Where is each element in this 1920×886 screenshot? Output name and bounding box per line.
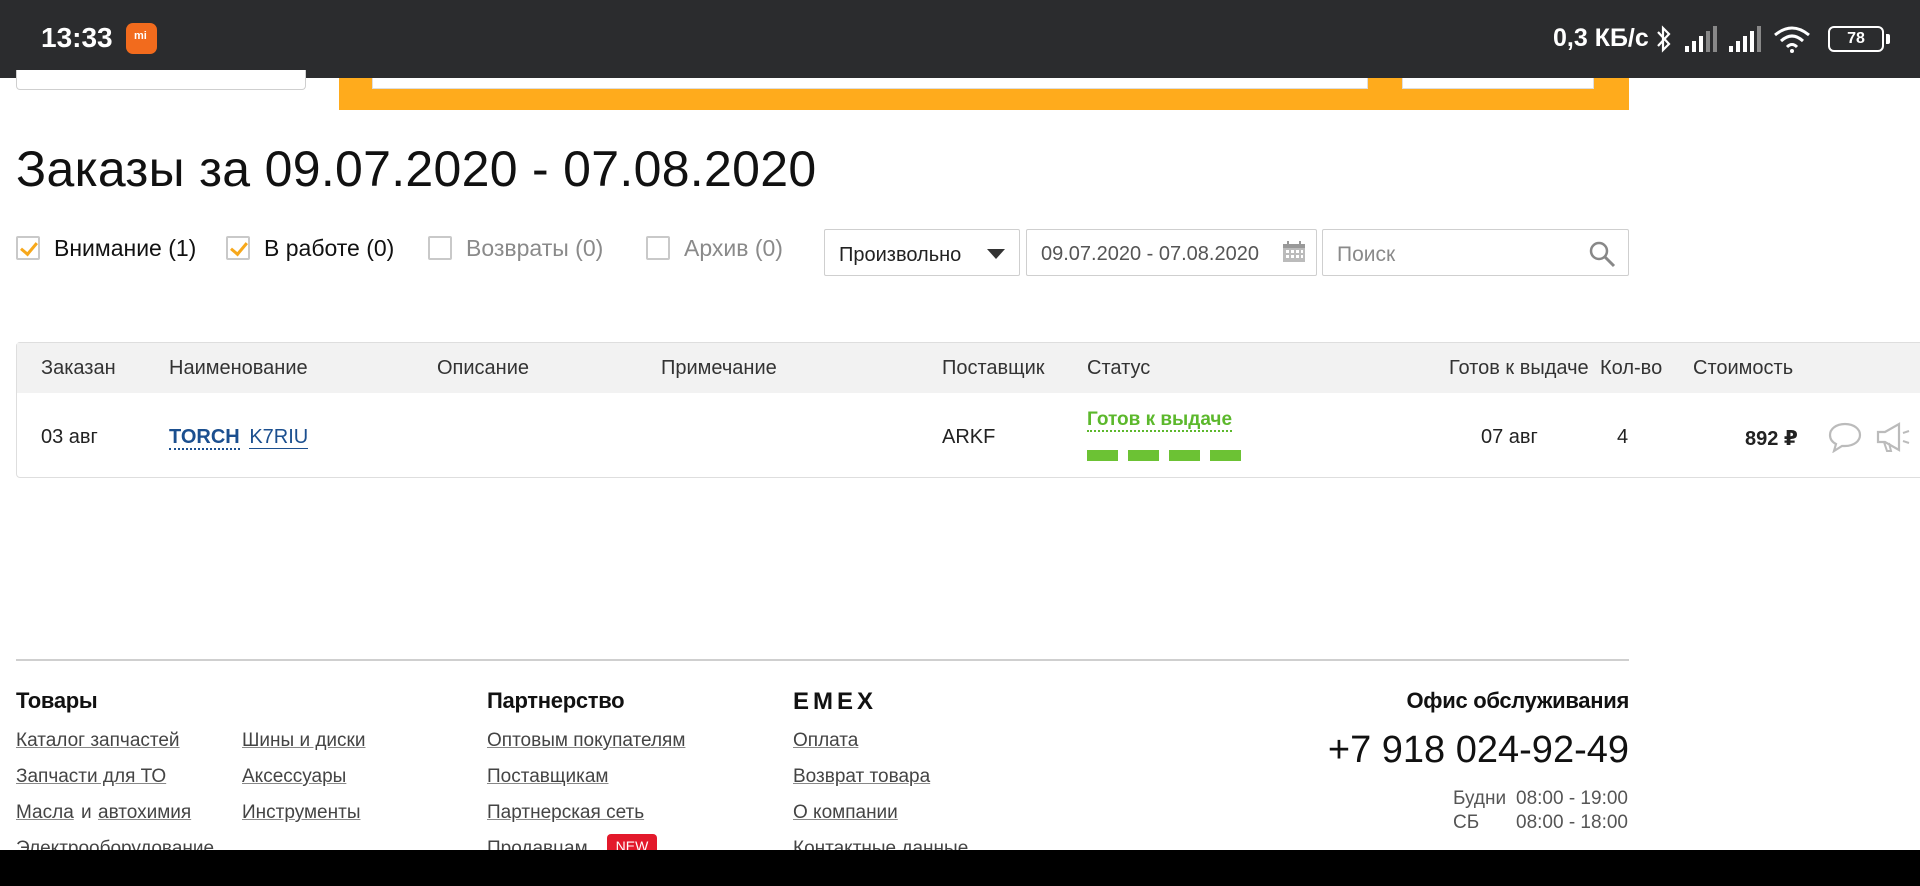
filter-returns[interactable]: Возвраты (0) — [428, 232, 603, 264]
footer-text-and: и — [81, 802, 92, 823]
wifi-icon — [1774, 26, 1810, 53]
col-note: Примечание — [661, 357, 777, 379]
catalog-button[interactable] — [16, 70, 306, 90]
footer-link-suppliers[interactable]: Поставщикам — [487, 766, 608, 788]
mi-app-icon — [126, 23, 157, 54]
footer-divider — [16, 659, 1629, 661]
main-search-button[interactable] — [1402, 78, 1594, 89]
filter-archive[interactable]: Архив (0) — [646, 232, 783, 264]
saturday-label: СБ — [1453, 812, 1480, 833]
table-header: Заказан Наименование Описание Примечание… — [17, 343, 1920, 393]
footer-link-maintenance[interactable]: Запчасти для ТО — [16, 766, 166, 788]
date-range-value: 09.07.2020 - 07.08.2020 — [1041, 243, 1259, 265]
footer-link-catalog[interactable]: Каталог запчастей — [16, 730, 180, 752]
status-icons — [1655, 22, 1811, 56]
signal-icon — [1729, 26, 1761, 52]
footer-partner-title: Партнерство — [487, 688, 625, 713]
filter-label: Архив (0) — [684, 234, 783, 261]
filter-label: Возвраты (0) — [466, 234, 604, 261]
footer-office-title: Офис обслуживания — [1406, 688, 1629, 713]
chevron-down-icon — [987, 249, 1005, 259]
footer-link-partner-network[interactable]: Партнерская сеть — [487, 802, 644, 824]
article-link[interactable]: K7RIU — [249, 426, 309, 449]
status-bar: 13:33 0,3 КБ/с 78 — [0, 0, 1920, 78]
date-range-input[interactable]: 09.07.2020 - 07.08.2020 — [1026, 229, 1317, 276]
comment-icon[interactable] — [1828, 421, 1862, 453]
filter-label: Внимание (1) — [54, 234, 197, 261]
footer-link-about[interactable]: О компании — [793, 802, 898, 824]
cell-supplier: ARKF — [942, 426, 996, 448]
period-select[interactable]: Произвольно — [824, 229, 1020, 276]
col-status: Статус — [1087, 357, 1151, 379]
saturday-hours: 08:00 - 18:00 — [1516, 812, 1628, 833]
cell-qty: 4 — [1617, 426, 1629, 448]
footer-link-payment[interactable]: Оплата — [793, 730, 858, 752]
cell-cost: 892 ₽ — [1745, 428, 1798, 450]
orders-table: Заказан Наименование Описание Примечание… — [16, 342, 1920, 478]
signal-icon — [1685, 26, 1717, 52]
system-navigation-bar — [0, 850, 1920, 886]
cell-ordered: 03 авг — [41, 426, 98, 448]
orders-search-input[interactable]: Поиск — [1322, 229, 1629, 276]
col-qty: Кол-во — [1600, 357, 1663, 379]
cell-ready: 07 авг — [1481, 426, 1538, 448]
network-speed: 0,3 КБ/с — [1553, 24, 1649, 52]
search-icon[interactable] — [1588, 240, 1616, 268]
footer-link-wholesale[interactable]: Оптовым покупателям — [487, 730, 685, 752]
footer-link-accessories[interactable]: Аксессуары — [242, 766, 346, 788]
main-search-input[interactable] — [372, 78, 1368, 89]
battery-icon: 78 — [1828, 26, 1890, 52]
filter-in-progress[interactable]: В работе (0) — [226, 232, 394, 264]
search-placeholder: Поиск — [1337, 243, 1396, 266]
megaphone-icon[interactable] — [1875, 421, 1911, 453]
col-description: Описание — [437, 357, 530, 379]
calendar-icon[interactable] — [1282, 241, 1306, 263]
progress-step — [1169, 450, 1200, 461]
footer-emex-title: EMEX — [793, 688, 878, 715]
footer-goods-title: Товары — [16, 688, 98, 713]
footer-link-autochem[interactable]: автохимия — [98, 802, 191, 824]
page-title: Заказы за 09.07.2020 - 07.08.2020 — [16, 141, 817, 197]
checkbox-archive[interactable] — [646, 236, 670, 260]
checkbox-in-progress[interactable] — [226, 236, 250, 260]
footer-link-oils[interactable]: Масла — [16, 802, 74, 824]
bluetooth-icon — [1657, 25, 1671, 53]
brand-link[interactable]: TORCH — [169, 426, 240, 450]
col-supplier: Поставщик — [942, 357, 1045, 379]
progress-step — [1128, 450, 1159, 461]
status-time: 13:33 — [41, 22, 113, 53]
status-text[interactable]: Готов к выдаче — [1087, 409, 1233, 432]
cell-name: TORCH K7RIU — [169, 426, 309, 450]
filter-label: В работе (0) — [264, 234, 395, 261]
footer-link-tires[interactable]: Шины и диски — [242, 730, 365, 752]
col-ready: Готов к выдаче — [1449, 357, 1589, 379]
col-cost: Стоимость — [1693, 357, 1794, 379]
filter-attention[interactable]: Внимание (1) — [16, 232, 196, 264]
weekdays-label: Будни — [1453, 788, 1507, 809]
progress-step — [1210, 450, 1241, 461]
weekdays-hours: 08:00 - 19:00 — [1516, 788, 1628, 809]
col-ordered: Заказан — [41, 357, 116, 379]
cell-status[interactable]: Готов к выдаче — [1087, 408, 1233, 432]
progress-step — [1087, 450, 1118, 461]
checkbox-attention[interactable] — [16, 236, 40, 260]
footer-link-returns[interactable]: Возврат товара — [793, 766, 930, 788]
col-name: Наименование — [169, 357, 308, 379]
period-select-value: Произвольно — [839, 244, 962, 266]
office-phone[interactable]: +7 918 024-92-49 — [1328, 729, 1629, 772]
checkbox-returns[interactable] — [428, 236, 452, 260]
footer-link-tools[interactable]: Инструменты — [242, 802, 360, 824]
